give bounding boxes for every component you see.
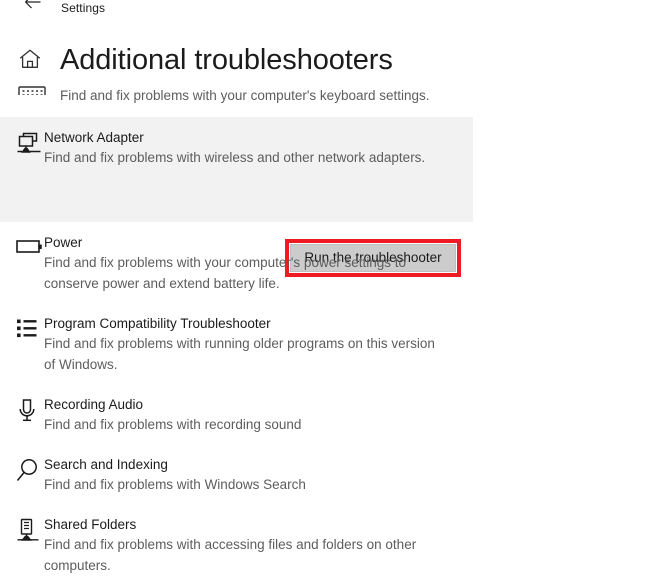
network-adapter-icon (0, 128, 44, 157)
list-item[interactable]: Search and Indexing Find and fix problem… (0, 444, 654, 504)
search-icon (0, 455, 44, 484)
list-item[interactable]: Recording Audio Find and fix problems wi… (0, 384, 654, 444)
shared-folders-icon (0, 515, 44, 544)
list-item-title: Network Adapter (44, 130, 144, 145)
keyboard-icon[interactable] (18, 86, 50, 95)
list-item-desc: Find and fix problems with recording sou… (44, 417, 302, 432)
header-icon-group (18, 48, 50, 95)
window-title: Settings (61, 1, 106, 15)
battery-icon (0, 233, 44, 258)
list-item-desc: Find and fix problems with running older… (44, 336, 435, 372)
list-item-title: Shared Folders (44, 517, 137, 532)
list-item[interactable]: Shared Folders Find and fix problems wit… (0, 504, 654, 585)
back-arrow-icon[interactable] (22, 0, 44, 13)
list-item[interactable]: Power Find and fix problems with your co… (0, 222, 654, 303)
list-item[interactable]: Program Compatibility Troubleshooter Fin… (0, 303, 654, 384)
home-icon[interactable] (18, 48, 50, 75)
list-item-title: Power (44, 235, 83, 250)
microphone-icon (0, 395, 44, 424)
list-item-title: Search and Indexing (44, 457, 168, 472)
action-area: Run the troubleshooter (0, 168, 473, 277)
list-item-title: Program Compatibility Troubleshooter (44, 316, 271, 331)
program-list-icon (0, 314, 44, 341)
list-item-desc: Find and fix problems with your computer… (44, 255, 406, 291)
list-item-desc: Find and fix problems with Windows Searc… (44, 477, 306, 492)
titlebar: Settings (0, 0, 654, 26)
troubleshooter-list: Network Adapter Find and fix problems wi… (0, 117, 654, 585)
list-item-desc: Find and fix problems with wireless and … (44, 150, 426, 165)
list-item-title: Recording Audio (44, 397, 144, 412)
page-subtitle: Find and fix problems with your computer… (60, 88, 430, 103)
page-title: Additional troubleshooters (60, 44, 393, 76)
list-item[interactable]: Network Adapter Find and fix problems wi… (0, 117, 473, 277)
